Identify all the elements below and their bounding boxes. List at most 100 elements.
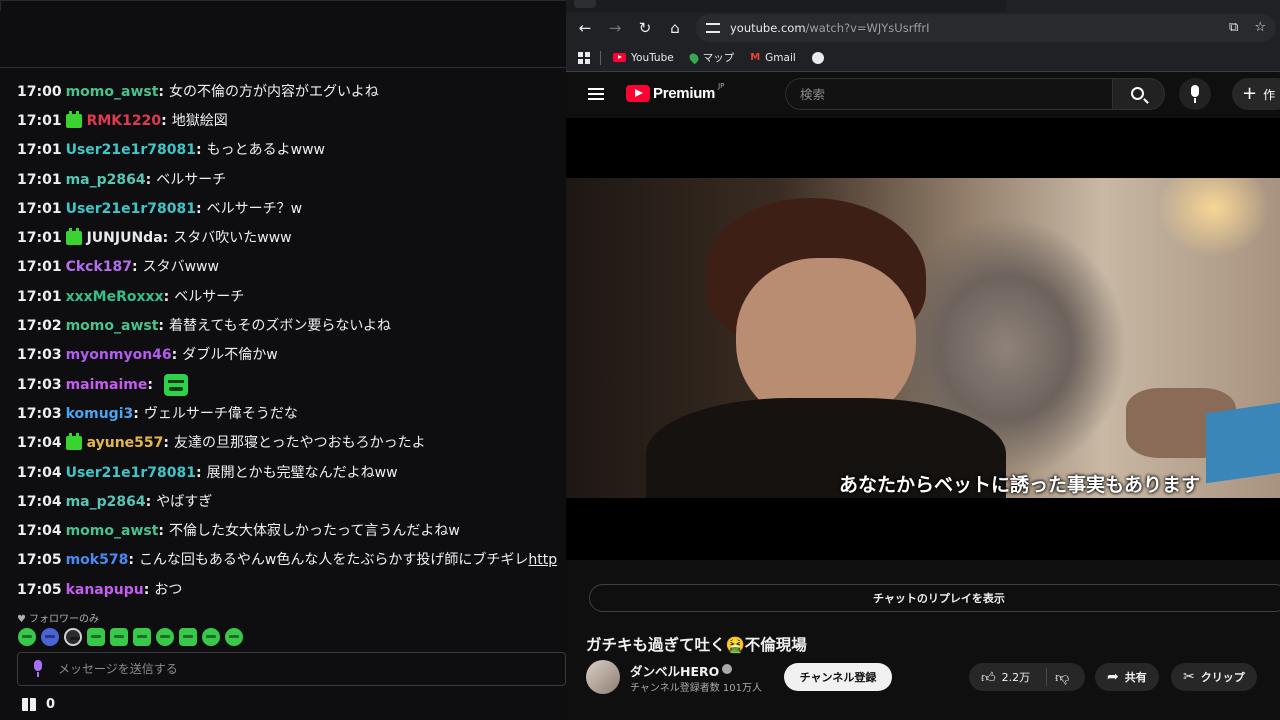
- chat-input-box[interactable]: [17, 652, 566, 686]
- chat-username[interactable]: komugi3: [66, 401, 134, 427]
- chat-username[interactable]: kanapupu: [66, 577, 144, 603]
- emote-icon[interactable]: [110, 628, 128, 646]
- browser-toolbar: ← → ↻ ⌂ youtube.com/watch?v=WJYsUsrffrI …: [566, 12, 1280, 44]
- message-timestamp: 17:05: [17, 552, 62, 569]
- message-timestamp: 17:01: [17, 200, 62, 217]
- chat-message-text: こんな回もあるやんw色んな人をたぶらかす投げ師にブチギレhttp: [139, 547, 557, 573]
- thumbs-up-icon: 👍︎: [981, 669, 996, 686]
- subscribe-button[interactable]: チャンネル登録: [784, 663, 892, 691]
- chat-username[interactable]: ma_p2864: [66, 489, 146, 515]
- chat-message-text: スタバwww: [143, 254, 219, 280]
- emote-icon[interactable]: [64, 628, 82, 646]
- subscriber-badge-icon[interactable]: [65, 433, 82, 451]
- home-icon[interactable]: ⌂: [663, 12, 687, 44]
- subscriber-badge-icon[interactable]: [65, 228, 82, 246]
- message-timestamp: 17:03: [17, 405, 62, 422]
- emote-icon[interactable]: [163, 373, 188, 396]
- chat-username[interactable]: User21e1r78081: [66, 137, 196, 163]
- reload-icon[interactable]: ↻: [633, 12, 657, 44]
- back-arrow-icon[interactable]: ←: [573, 12, 597, 44]
- channel-avatar[interactable]: [586, 660, 620, 694]
- bookmark-youtube[interactable]: YouTube: [613, 52, 674, 64]
- bookmark-maps[interactable]: マップ: [687, 50, 734, 65]
- chat-username[interactable]: User21e1r78081: [66, 460, 196, 486]
- chat-username[interactable]: ayune557: [87, 430, 164, 456]
- chat-username[interactable]: momo_awst: [66, 79, 159, 105]
- emote-icon[interactable]: [179, 628, 197, 646]
- chat-message: 17:02 momo_awst: 着替えてもそのズボン要らないよね: [17, 311, 566, 340]
- chat-panel: 17:00 momo_awst: 女の不倫の方が内容がエグいよね 17:01 RMK12…: [0, 0, 566, 720]
- url-text: youtube.com/watch?v=WJYsUsrffrI: [730, 21, 929, 35]
- voice-search-button[interactable]: [1179, 78, 1211, 110]
- emote-icon[interactable]: [156, 628, 174, 646]
- clip-button[interactable]: ✂ クリップ: [1171, 663, 1257, 691]
- chat-message: 17:01 JUNJUNda: スタバ吹いたwww: [17, 223, 566, 252]
- gift-icon: [22, 698, 36, 711]
- chat-username[interactable]: maimaime: [66, 372, 148, 398]
- emote-icon[interactable]: [41, 628, 59, 646]
- emote-icon[interactable]: [225, 628, 243, 646]
- colon: :: [132, 259, 138, 276]
- address-bar[interactable]: youtube.com/watch?v=WJYsUsrffrI ⧉ ☆: [696, 14, 1276, 42]
- browser-tab[interactable]: [1006, 0, 1280, 12]
- emote-icon[interactable]: [133, 628, 151, 646]
- colon: :: [196, 142, 202, 159]
- chat-username[interactable]: JUNJUNda: [87, 225, 163, 251]
- microphone-icon[interactable]: [32, 660, 44, 678]
- colon: :: [158, 318, 165, 335]
- channel-points[interactable]: 0: [22, 697, 55, 712]
- message-link[interactable]: http: [528, 552, 557, 568]
- colon: :: [133, 405, 139, 422]
- chat-username[interactable]: mok578: [66, 547, 129, 573]
- share-button[interactable]: ➦ 共有: [1095, 663, 1159, 691]
- site-settings-icon[interactable]: [706, 23, 720, 33]
- search-box[interactable]: [785, 78, 1113, 110]
- url-host: youtube.com: [730, 21, 806, 35]
- create-button[interactable]: + 作: [1232, 78, 1280, 110]
- apps-grid-icon[interactable]: [578, 51, 590, 64]
- colon: :: [162, 230, 169, 247]
- chat-username[interactable]: momo_awst: [66, 518, 159, 544]
- channel-name[interactable]: ダンベルHERO: [630, 661, 719, 680]
- chat-message-text: ベルサーチ: [156, 167, 226, 193]
- chat-username[interactable]: xxxMeRoxxx: [66, 284, 164, 310]
- video-player[interactable]: あなたからベットに誘った事実もあります: [566, 118, 1280, 560]
- message-timestamp: 17:04: [17, 493, 62, 510]
- forward-arrow-icon[interactable]: →: [603, 12, 627, 44]
- dislike-button[interactable]: 👎︎: [1047, 669, 1069, 686]
- message-body: ダブル不倫かw: [182, 347, 278, 364]
- chat-username[interactable]: ma_p2864: [66, 167, 146, 193]
- bookmark-star-icon[interactable]: ☆: [1254, 20, 1266, 35]
- chat-username[interactable]: myonmyon46: [66, 342, 172, 368]
- bookmark-gmail[interactable]: M Gmail: [750, 52, 796, 64]
- chat-message-text: 女の不倫の方が内容がエグいよね: [169, 79, 379, 105]
- install-app-icon[interactable]: ⧉: [1229, 20, 1238, 35]
- browser-tab[interactable]: [574, 0, 596, 8]
- chat-username[interactable]: Ckck187: [66, 254, 132, 280]
- search-button[interactable]: [1112, 78, 1165, 110]
- message-body: もっとあるよwww: [206, 142, 325, 159]
- search-input[interactable]: [786, 79, 1086, 109]
- follower-only-note: ♥ フォロワーのみ: [17, 610, 99, 625]
- chat-message-input[interactable]: [58, 662, 538, 676]
- message-body: おつ: [154, 581, 183, 598]
- chat-username[interactable]: momo_awst: [66, 313, 159, 339]
- youtube-premium-logo[interactable]: Premium JP: [626, 82, 724, 102]
- subscriber-badge-icon[interactable]: [65, 110, 82, 128]
- bookmark-globe[interactable]: [811, 51, 824, 64]
- tab-strip: [566, 0, 1280, 12]
- chat-replay-button[interactable]: チャットのリプレイを表示: [589, 584, 1280, 612]
- menu-icon[interactable]: [588, 88, 604, 100]
- chat-username[interactable]: User21e1r78081: [66, 196, 196, 222]
- colon: :: [196, 200, 202, 217]
- chat-username[interactable]: RMK1220: [87, 108, 162, 134]
- youtube-icon: [613, 53, 626, 62]
- emote-icon[interactable]: [87, 628, 105, 646]
- emote-icon[interactable]: [202, 628, 220, 646]
- emote-icon[interactable]: [18, 628, 36, 646]
- chat-message-text: 展開とかも完璧なんだよねww: [207, 460, 398, 486]
- message-body: 地獄絵図: [171, 112, 228, 129]
- video-frame[interactable]: あなたからベットに誘った事実もあります: [566, 178, 1280, 498]
- share-arrow-icon: ➦: [1107, 669, 1119, 685]
- like-button[interactable]: 👍︎ 2.2万: [969, 668, 1047, 686]
